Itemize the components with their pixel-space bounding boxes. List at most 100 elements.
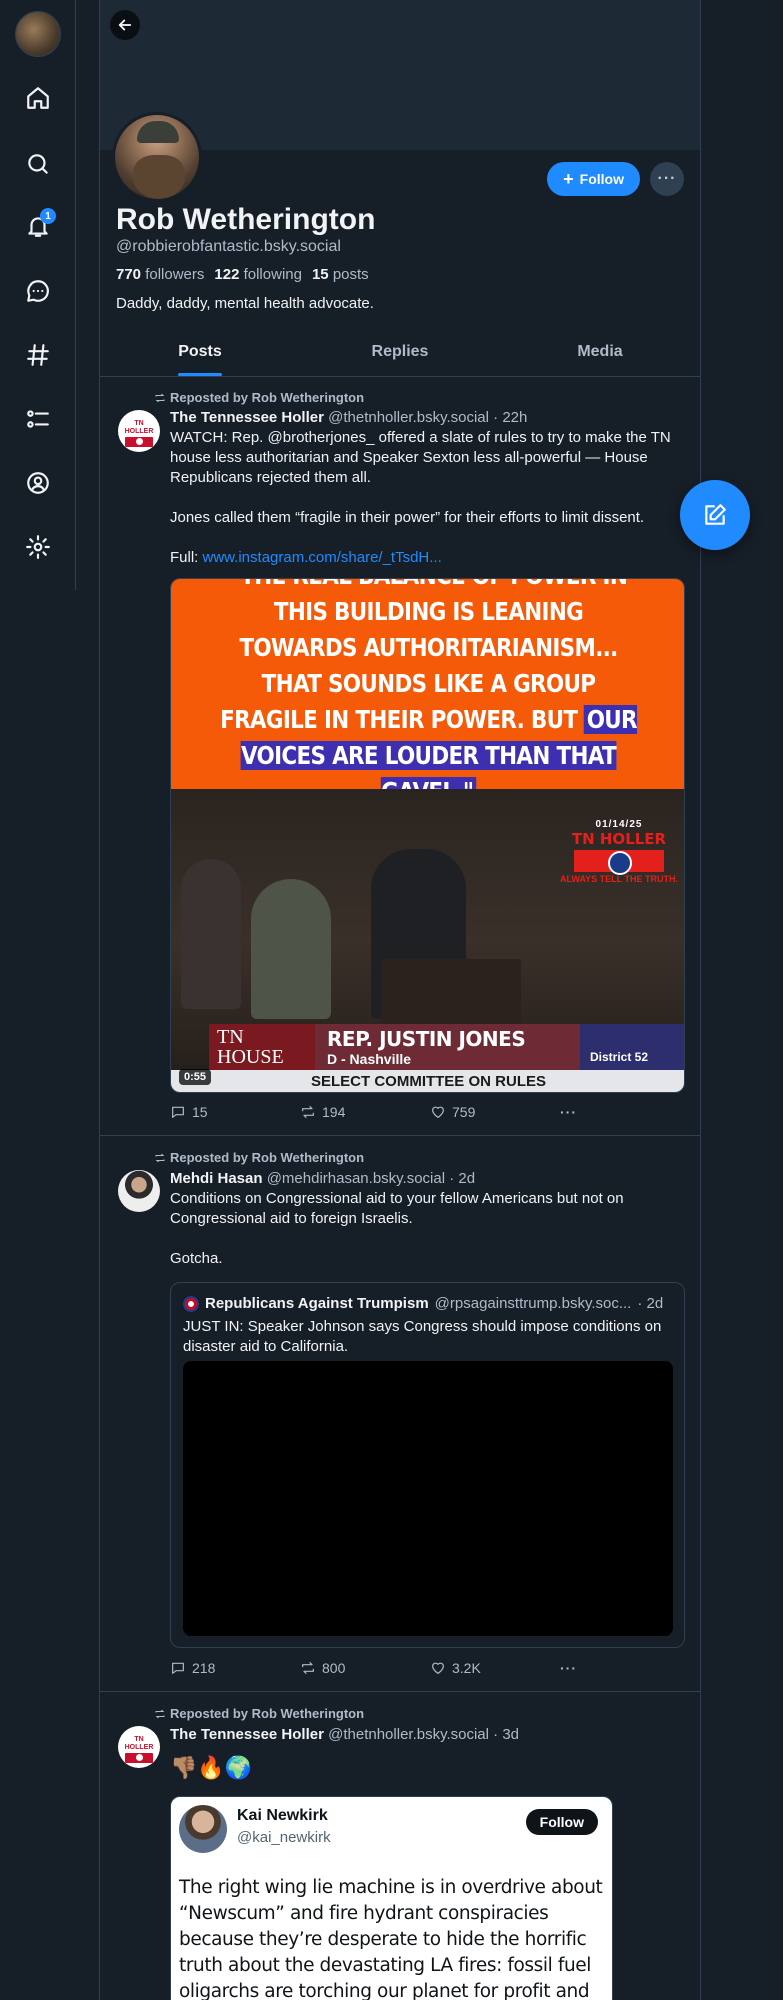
quoted-author-avatar bbox=[183, 1295, 199, 1312]
repost-indicator[interactable]: Reposted by Rob Wetherington bbox=[154, 1150, 364, 1165]
video-player[interactable]: "THE REAL BALANCE OF POWER IN THIS BUILD… bbox=[170, 578, 685, 1093]
post-more-button[interactable]: ··· bbox=[560, 1660, 600, 1676]
display-name: Rob Wetherington bbox=[116, 203, 376, 236]
repost-icon bbox=[302, 1662, 314, 1674]
notification-badge: 1 bbox=[40, 208, 56, 224]
quoted-author-name: Republicans Against Trumpism bbox=[205, 1295, 429, 1312]
repost-indicator[interactable]: Reposted by Rob Wetherington bbox=[154, 390, 364, 405]
repost-indicator[interactable]: Reposted by Rob Wetherington bbox=[154, 1706, 364, 1721]
video-frame: 01/14/25 TN HOLLER ALWAYS TELL THE TRUTH… bbox=[171, 789, 684, 1092]
video-duration: 0:55 bbox=[179, 1069, 212, 1085]
left-sidebar: 1 bbox=[0, 0, 76, 590]
profile-avatar[interactable] bbox=[112, 112, 202, 202]
quoted-video[interactable] bbox=[183, 1361, 673, 1636]
post-time: · 3d bbox=[493, 1726, 520, 1743]
divider bbox=[100, 1135, 700, 1136]
post-link[interactable]: www.instagram.com/share/_tTsdH... bbox=[203, 549, 442, 566]
tab-replies[interactable]: Replies bbox=[300, 330, 500, 376]
tweet-author-name: Kai Newkirk bbox=[237, 1807, 328, 1824]
heart-icon bbox=[432, 1106, 444, 1118]
author-handle: @thetnholler.bsky.social bbox=[328, 409, 489, 426]
post-time: · 22h bbox=[493, 409, 528, 426]
profile-stats: 770 followers 122 following 15 posts bbox=[116, 266, 686, 283]
post-actions: 15 194 759 ··· bbox=[170, 1104, 600, 1120]
author-avatar[interactable]: TN HOLLER bbox=[118, 1726, 160, 1768]
author-avatar[interactable] bbox=[118, 1170, 160, 1212]
back-button[interactable] bbox=[110, 10, 140, 40]
hashtag-icon[interactable] bbox=[22, 339, 54, 371]
profile-icon[interactable] bbox=[22, 467, 54, 499]
compose-icon bbox=[705, 504, 726, 525]
following-link[interactable]: 122 following bbox=[214, 266, 302, 283]
reply-button[interactable]: 15 bbox=[170, 1104, 300, 1120]
post-content[interactable]: Mehdi Hasan @mehdirhasan.bsky.social · 2… bbox=[170, 1170, 685, 1269]
post-actions: 218 800 3.2K ··· bbox=[170, 1660, 600, 1676]
search-icon[interactable] bbox=[22, 148, 54, 180]
tab-media[interactable]: Media bbox=[500, 330, 700, 376]
reply-button[interactable]: 218 bbox=[170, 1660, 300, 1676]
tab-posts[interactable]: Posts bbox=[100, 330, 300, 376]
tweet-follow-button: Follow bbox=[525, 1809, 598, 1835]
lower-third: TN HOUSE REP. JUSTIN JONES D - Nashville… bbox=[209, 1024, 684, 1070]
author-handle: @mehdirhasan.bsky.social bbox=[266, 1170, 446, 1187]
quoted-post-time: · 2d bbox=[637, 1295, 664, 1312]
tweet-author-avatar bbox=[179, 1805, 227, 1853]
post-content[interactable]: The Tennessee Holler @thetnholler.bsky.s… bbox=[170, 409, 685, 568]
posts-count: 15 posts bbox=[311, 266, 369, 283]
plus-icon: + bbox=[563, 169, 574, 189]
embedded-image[interactable]: Kai Newkirk @kai_newkirk Follow The righ… bbox=[170, 1796, 613, 2000]
quoted-post[interactable]: Republicans Against Trumpism @rpsagainst… bbox=[170, 1282, 685, 1648]
tweet-author-handle: @kai_newkirk bbox=[237, 1829, 331, 1846]
repost-button[interactable]: 194 bbox=[300, 1104, 430, 1120]
tweet-text: The right wing lie machine is in overdri… bbox=[179, 1877, 603, 2000]
follow-button[interactable]: + Follow bbox=[547, 162, 640, 196]
profile-tabs: Posts Replies Media bbox=[100, 330, 700, 377]
profile-info: Rob Wetherington @robbierobfantastic.bsk… bbox=[116, 200, 686, 312]
post-emojis: 👎🏽🔥🌍 bbox=[170, 1755, 253, 1780]
divider bbox=[100, 1691, 700, 1692]
quoted-author-handle: @rpsagainsttrump.bsky.soc... bbox=[434, 1295, 632, 1312]
repost-icon bbox=[155, 393, 165, 402]
author-avatar[interactable]: TN HOLLER bbox=[118, 410, 160, 452]
quoted-post-text: JUST IN: Speaker Johnson says Congress s… bbox=[183, 1318, 662, 1355]
home-icon[interactable] bbox=[22, 82, 54, 114]
profile-handle: @robbierobfantastic.bsky.social bbox=[116, 238, 341, 255]
my-avatar[interactable] bbox=[15, 11, 61, 57]
post-more-button[interactable]: ··· bbox=[560, 1104, 600, 1120]
profile-bio: Daddy, daddy, mental health advocate. bbox=[116, 295, 374, 312]
repost-button[interactable]: 800 bbox=[300, 1660, 430, 1676]
post-content[interactable]: The Tennessee Holler @thetnholler.bsky.s… bbox=[170, 1726, 685, 1743]
like-button[interactable]: 759 bbox=[430, 1104, 560, 1120]
reply-icon bbox=[172, 1106, 184, 1118]
compose-button[interactable] bbox=[680, 480, 750, 550]
author-name[interactable]: The Tennessee Holler bbox=[170, 1726, 324, 1743]
quoted-post-header: Republicans Against Trumpism @rpsagainst… bbox=[183, 1295, 673, 1312]
list-icon[interactable] bbox=[22, 403, 54, 435]
follow-label: Follow bbox=[579, 171, 624, 187]
repost-icon bbox=[302, 1106, 314, 1118]
like-button[interactable]: 3.2K bbox=[430, 1660, 560, 1676]
more-options-button[interactable]: ··· bbox=[650, 162, 684, 196]
tn-holler-watermark: 01/14/25 TN HOLLER ALWAYS TELL THE TRUTH… bbox=[559, 819, 678, 884]
profile-feed: + Follow ··· Rob Wetherington @robbierob… bbox=[99, 0, 701, 2000]
committee-bar: SELECT COMMITTEE ON RULES bbox=[171, 1070, 684, 1092]
author-name[interactable]: Mehdi Hasan bbox=[170, 1170, 263, 1187]
quote-banner: "THE REAL BALANCE OF POWER IN THIS BUILD… bbox=[171, 579, 684, 806]
post-header: The Tennessee Holler @thetnholler.bsky.s… bbox=[170, 1726, 685, 1743]
heart-icon bbox=[432, 1662, 444, 1674]
bell-icon[interactable]: 1 bbox=[22, 208, 56, 242]
author-name[interactable]: The Tennessee Holler bbox=[170, 409, 324, 426]
repost-icon bbox=[155, 1709, 165, 1718]
post-text: Conditions on Congressional aid to your … bbox=[170, 1190, 624, 1267]
reply-icon bbox=[172, 1662, 184, 1674]
post-header: Mehdi Hasan @mehdirhasan.bsky.social · 2… bbox=[170, 1170, 685, 1187]
followers-link[interactable]: 770 followers bbox=[116, 266, 204, 283]
post-header: The Tennessee Holler @thetnholler.bsky.s… bbox=[170, 409, 685, 426]
chat-icon[interactable] bbox=[22, 275, 54, 307]
author-handle: @thetnholler.bsky.social bbox=[328, 1726, 489, 1743]
post-time: · 2d bbox=[449, 1170, 476, 1187]
gear-icon[interactable] bbox=[22, 531, 54, 563]
tennessee-flag-icon bbox=[573, 850, 664, 875]
post-text: WATCH: Rep. @brotherjones_ offered a sla… bbox=[170, 429, 671, 566]
arrow-left-icon bbox=[118, 19, 132, 31]
